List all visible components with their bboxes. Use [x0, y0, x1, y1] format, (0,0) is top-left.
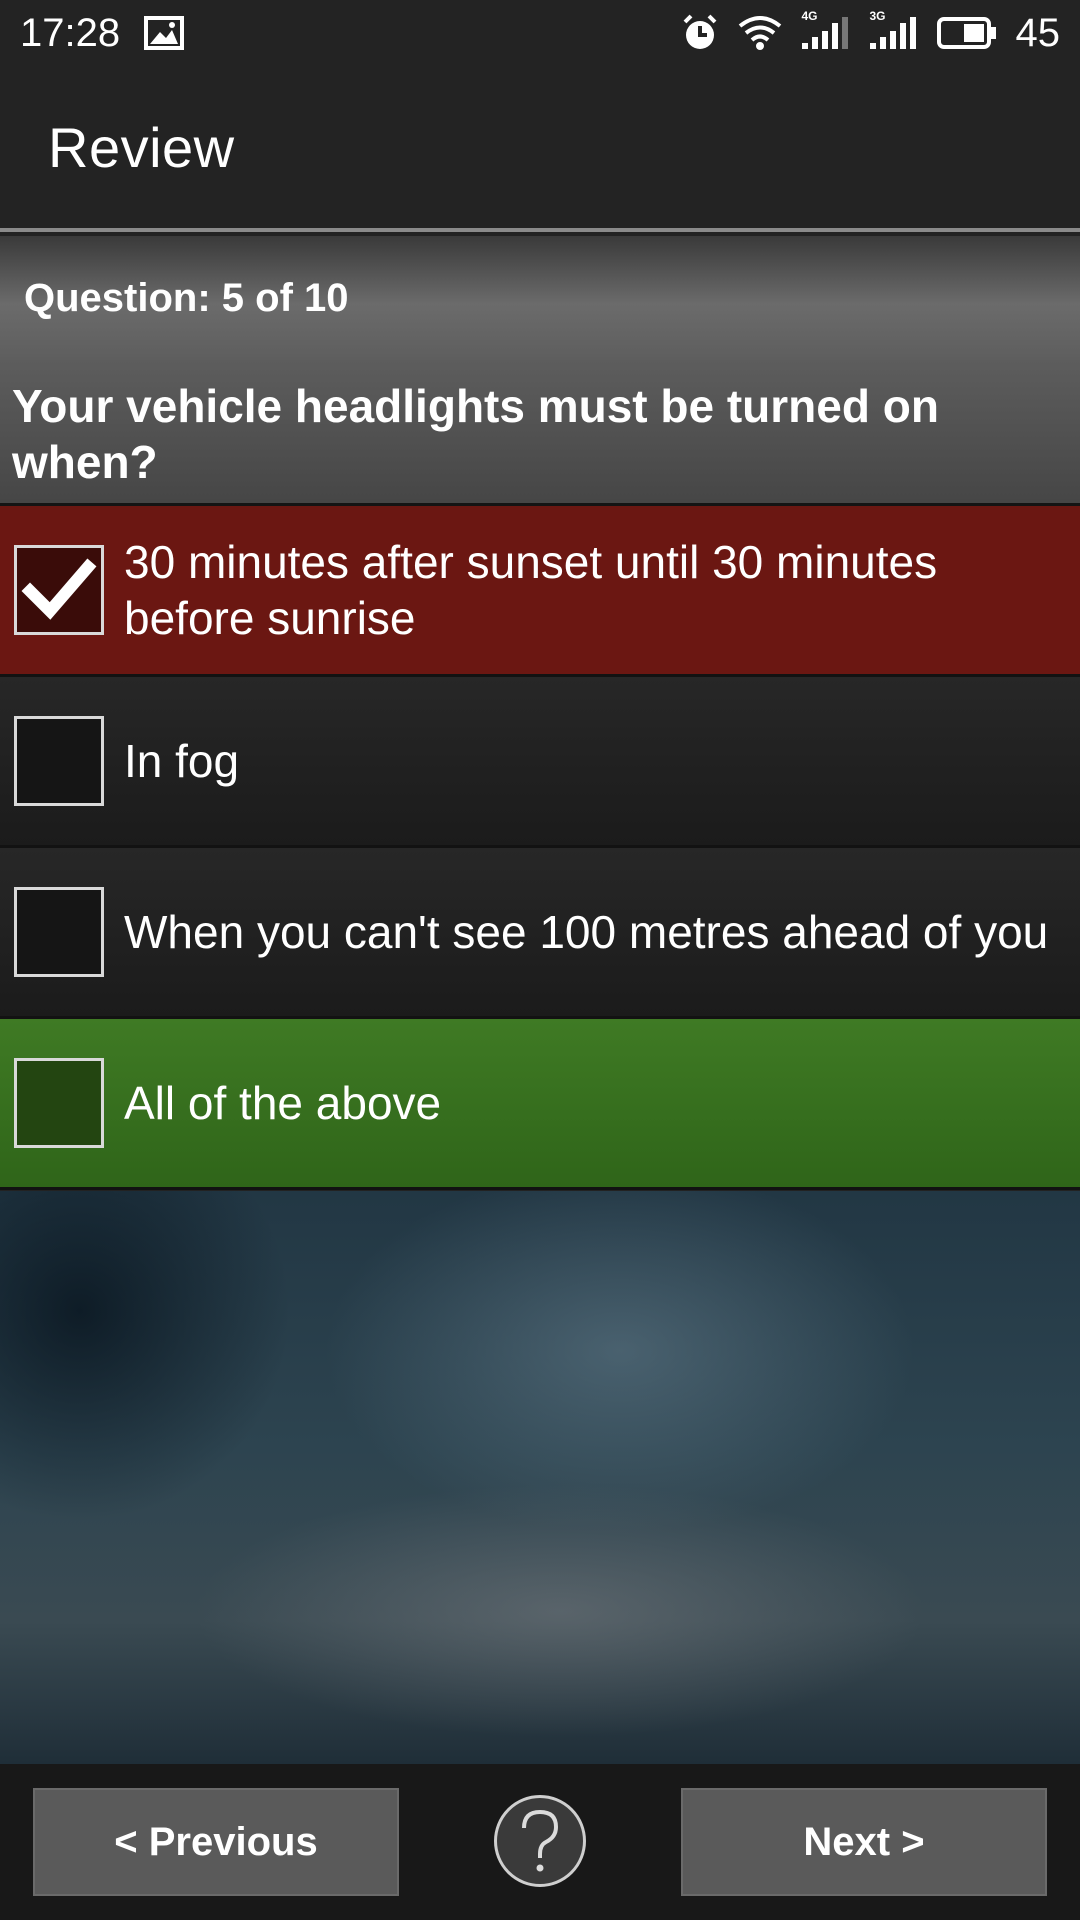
previous-button[interactable]: < Previous — [33, 1788, 399, 1896]
bottom-navigation: < Previous Next > — [0, 1764, 1080, 1920]
question-counter-bar: Question: 5 of 10 — [0, 236, 1080, 360]
question-counter: Question: 5 of 10 — [24, 275, 349, 320]
answer-checkbox[interactable] — [14, 887, 104, 977]
background-image — [0, 1191, 1080, 1764]
alarm-icon — [680, 13, 720, 53]
next-button[interactable]: Next > — [681, 1788, 1047, 1896]
app-bar: Review — [0, 66, 1080, 232]
answer-label: When you can't see 100 metres ahead of y… — [124, 906, 1049, 958]
answer-checkbox[interactable] — [14, 545, 104, 635]
question-box: Your vehicle headlights must be turned o… — [0, 360, 1080, 506]
answer-label: In fog — [124, 735, 240, 787]
wifi-icon — [738, 14, 782, 52]
answer-label: 30 minutes after sunset until 30 minutes… — [124, 536, 938, 644]
answer-checkbox[interactable] — [14, 716, 104, 806]
signal-3g-icon: 3G — [868, 9, 918, 51]
status-bar: 17:28 4G 3G 45 — [0, 0, 1080, 66]
image-icon — [144, 16, 185, 50]
battery-level: 45 — [1015, 10, 1061, 55]
answer-option-4[interactable]: All of the above — [0, 1019, 1080, 1190]
question-mark-icon — [522, 1809, 559, 1872]
help-button[interactable] — [494, 1795, 586, 1887]
status-right: 4G 3G 45 — [680, 9, 1061, 56]
battery-icon — [936, 16, 998, 50]
page-title: Review — [48, 115, 235, 179]
checkmark-icon — [21, 558, 97, 620]
status-left: 17:28 — [20, 10, 185, 56]
answer-label: All of the above — [124, 1077, 442, 1129]
signal-4g-icon: 4G — [800, 9, 850, 51]
answer-option-2[interactable]: In fog — [0, 677, 1080, 848]
answer-checkbox[interactable] — [14, 1058, 104, 1148]
answer-option-1[interactable]: 30 minutes after sunset until 30 minutes… — [0, 506, 1080, 677]
status-time: 17:28 — [20, 10, 121, 55]
network-1-label: 4G — [801, 9, 818, 23]
answer-option-3[interactable]: When you can't see 100 metres ahead of y… — [0, 848, 1080, 1019]
network-2-label: 3G — [869, 9, 886, 23]
question-text: Your vehicle headlights must be turned o… — [12, 380, 939, 488]
